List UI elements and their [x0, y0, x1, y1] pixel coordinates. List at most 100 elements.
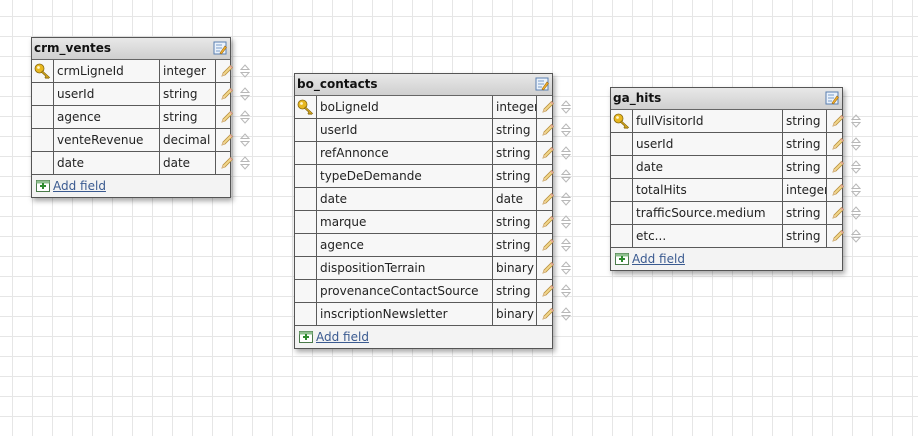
field-row[interactable]: venteRevenue decimal	[32, 129, 250, 152]
field-name: venteRevenue	[54, 129, 160, 151]
reorder-icon[interactable]	[851, 183, 861, 197]
field-row[interactable]: fullVisitorId string	[611, 110, 861, 133]
table-header[interactable]: ga_hits	[611, 88, 842, 110]
field-row[interactable]: typeDeDemande string	[295, 165, 571, 188]
field-actions	[827, 225, 861, 247]
reorder-icon[interactable]	[561, 169, 571, 183]
field-name: userId	[633, 133, 783, 155]
pencil-icon[interactable]	[541, 307, 555, 321]
field-row[interactable]: inscriptionNewsletter binary	[295, 303, 571, 326]
edit-table-icon[interactable]	[213, 41, 227, 55]
field-row[interactable]: userId string	[611, 133, 861, 156]
field-actions	[537, 165, 571, 187]
field-row[interactable]: totalHits integer	[611, 179, 861, 202]
pencil-icon[interactable]	[220, 133, 234, 147]
reorder-icon[interactable]	[561, 238, 571, 252]
edit-table-icon[interactable]	[535, 77, 549, 91]
reorder-icon[interactable]	[561, 261, 571, 275]
add-field-label[interactable]: Add field	[53, 179, 106, 193]
pencil-icon[interactable]	[541, 123, 555, 137]
pencil-icon[interactable]	[541, 238, 555, 252]
reorder-icon[interactable]	[851, 160, 861, 174]
field-row[interactable]: userId string	[32, 83, 250, 106]
pencil-icon[interactable]	[541, 100, 555, 114]
field-type: binary	[493, 257, 537, 279]
reorder-icon[interactable]	[561, 307, 571, 321]
field-actions	[827, 202, 861, 224]
pencil-icon[interactable]	[541, 215, 555, 229]
key-cell	[32, 129, 54, 151]
key-cell	[295, 119, 317, 141]
pencil-icon[interactable]	[541, 192, 555, 206]
field-actions	[216, 106, 250, 128]
field-row[interactable]: refAnnonce string	[295, 142, 571, 165]
field-name: fullVisitorId	[633, 110, 783, 132]
reorder-icon[interactable]	[561, 192, 571, 206]
add-field-button[interactable]: Add field	[611, 248, 842, 270]
table-header[interactable]: bo_contacts	[295, 74, 552, 96]
reorder-icon[interactable]	[561, 215, 571, 229]
reorder-icon[interactable]	[561, 146, 571, 160]
field-row[interactable]: crmLigneId integer	[32, 60, 250, 83]
reorder-icon[interactable]	[851, 114, 861, 128]
reorder-icon[interactable]	[561, 123, 571, 137]
field-row[interactable]: dispositionTerrain binary	[295, 257, 571, 280]
pencil-icon[interactable]	[541, 261, 555, 275]
key-icon	[613, 113, 630, 129]
field-row[interactable]: trafficSource.medium string	[611, 202, 861, 225]
field-row[interactable]: marque string	[295, 211, 571, 234]
reorder-icon[interactable]	[561, 284, 571, 298]
key-cell	[295, 303, 317, 325]
field-actions	[216, 152, 250, 174]
field-row[interactable]: etc... string	[611, 225, 861, 248]
field-type: integer	[160, 60, 216, 82]
table-ga-hits[interactable]: ga_hits fullVisitorId string userId string d…	[610, 87, 861, 271]
field-row[interactable]: agence string	[32, 106, 250, 129]
pencil-icon[interactable]	[541, 169, 555, 183]
field-row[interactable]: date string	[611, 156, 861, 179]
pencil-icon[interactable]	[541, 284, 555, 298]
field-name: trafficSource.medium	[633, 202, 783, 224]
table-header[interactable]: crm_ventes	[32, 38, 230, 60]
pencil-icon[interactable]	[831, 137, 845, 151]
table-title: ga_hits	[613, 91, 662, 105]
table-crm-ventes[interactable]: crm_ventes crmLigneId integer userId string…	[31, 37, 250, 198]
pencil-icon[interactable]	[220, 87, 234, 101]
field-name: date	[633, 156, 783, 178]
field-actions	[537, 188, 571, 210]
field-type: string	[783, 225, 827, 247]
pencil-icon[interactable]	[541, 146, 555, 160]
reorder-icon[interactable]	[240, 64, 250, 78]
field-row[interactable]: date date	[295, 188, 571, 211]
reorder-icon[interactable]	[851, 206, 861, 220]
pencil-icon[interactable]	[831, 160, 845, 174]
field-row[interactable]: userId string	[295, 119, 571, 142]
add-field-button[interactable]: Add field	[295, 326, 552, 348]
field-row[interactable]: agence string	[295, 234, 571, 257]
key-cell	[611, 225, 633, 247]
add-field-icon	[36, 180, 50, 192]
reorder-icon[interactable]	[240, 133, 250, 147]
reorder-icon[interactable]	[240, 87, 250, 101]
reorder-icon[interactable]	[851, 137, 861, 151]
reorder-icon[interactable]	[240, 110, 250, 124]
field-row[interactable]: boLigneId integer	[295, 96, 571, 119]
pencil-icon[interactable]	[831, 183, 845, 197]
pencil-icon[interactable]	[220, 110, 234, 124]
pencil-icon[interactable]	[831, 229, 845, 243]
pencil-icon[interactable]	[220, 156, 234, 170]
add-field-label[interactable]: Add field	[316, 330, 369, 344]
reorder-icon[interactable]	[240, 156, 250, 170]
add-field-button[interactable]: Add field	[32, 175, 230, 197]
add-field-label[interactable]: Add field	[632, 252, 685, 266]
pencil-icon[interactable]	[831, 206, 845, 220]
field-row[interactable]: provenanceContactSource string	[295, 280, 571, 303]
pencil-icon[interactable]	[831, 114, 845, 128]
edit-table-icon[interactable]	[825, 91, 839, 105]
reorder-icon[interactable]	[561, 100, 571, 114]
table-bo-contacts[interactable]: bo_contacts boLigneId integer userId string…	[294, 73, 571, 349]
reorder-icon[interactable]	[851, 229, 861, 243]
key-cell	[611, 110, 633, 132]
pencil-icon[interactable]	[220, 64, 234, 78]
field-row[interactable]: date date	[32, 152, 250, 175]
